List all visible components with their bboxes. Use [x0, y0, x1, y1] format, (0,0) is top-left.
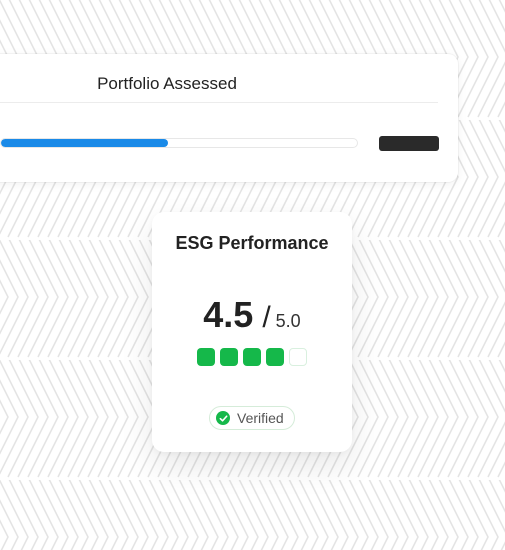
- portfolio-progress-bar: [0, 138, 358, 148]
- portfolio-card: Portfolio Assessed: [0, 54, 458, 182]
- esg-title: ESG Performance: [175, 233, 329, 253]
- check-circle-icon: [216, 411, 230, 425]
- score-value: 4.5: [203, 294, 254, 335]
- portfolio-title: Portfolio Assessed: [97, 74, 237, 93]
- rating-square-filled: [243, 348, 261, 366]
- esg-performance-card: ESG Performance 4.5/5.0 Verified: [152, 212, 352, 452]
- divider: [0, 102, 438, 103]
- rating-square-filled: [220, 348, 238, 366]
- progress-value-pill: [379, 136, 439, 151]
- rating-square-filled: [266, 348, 284, 366]
- progress-fill: [1, 139, 169, 147]
- rating-squares: [197, 348, 307, 366]
- score-separator: /: [262, 301, 271, 334]
- score-display: 4.5/5.0: [152, 294, 352, 336]
- verified-badge: Verified: [209, 406, 295, 430]
- rating-square-filled: [197, 348, 215, 366]
- verified-label: Verified: [237, 410, 284, 426]
- rating-square-empty: [289, 348, 307, 366]
- score-max: 5.0: [275, 311, 301, 331]
